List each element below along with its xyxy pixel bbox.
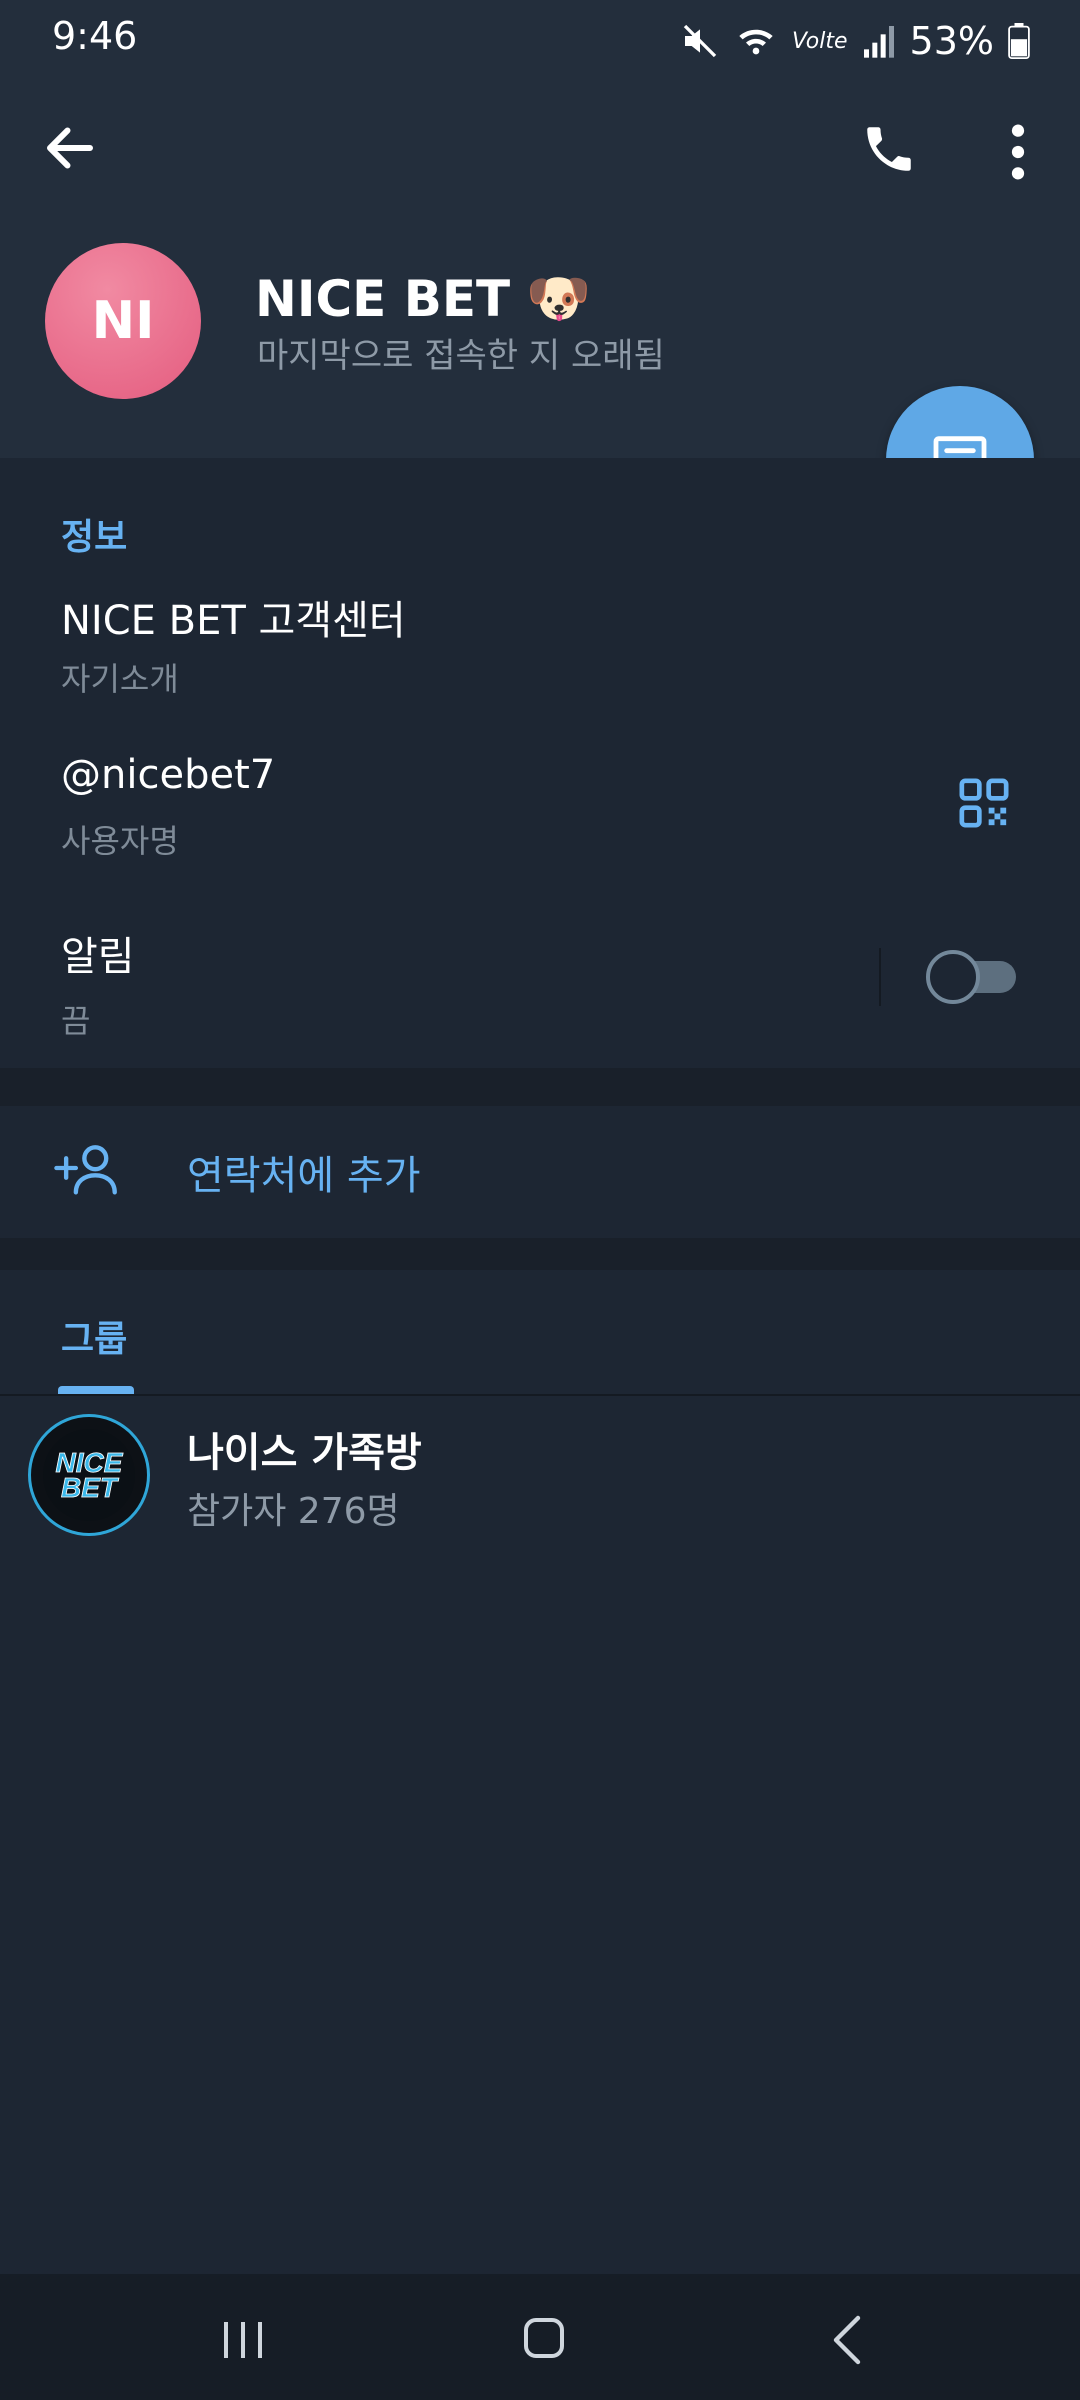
qr-code-button[interactable]	[956, 775, 1012, 831]
section-divider	[0, 1068, 1080, 1106]
group-avatar: NICE BET	[28, 1414, 150, 1536]
phone-icon	[867, 127, 911, 171]
group-name: 나이스 가족방	[187, 1430, 422, 1476]
profile-avatar[interactable]: NI	[45, 243, 201, 399]
notifications-toggle[interactable]	[926, 950, 1018, 1004]
battery-icon	[1008, 23, 1030, 59]
add-contact-label: 연락처에 추가	[187, 1153, 421, 1199]
dog-emoji: 🐶	[526, 269, 591, 329]
profile-name: NICE BET 🐶	[255, 268, 591, 329]
tab-groups[interactable]: 그룹	[61, 1310, 127, 1362]
add-contact-row[interactable]	[0, 1106, 1080, 1238]
home-icon	[524, 2318, 564, 2358]
nice-bet-logo-icon: NICE BET	[43, 1429, 135, 1521]
add-person-icon	[54, 1145, 117, 1195]
home-button[interactable]	[520, 2314, 568, 2362]
last-seen-status: 마지막으로 접속한 지 오래됨	[257, 336, 665, 376]
status-icons: Volte 53%	[680, 16, 1030, 66]
battery-percent: 53%	[909, 19, 994, 63]
back-arrow-icon	[47, 127, 93, 169]
recent-apps-icon	[224, 2322, 262, 2358]
mute-icon	[683, 24, 717, 58]
more-options-button[interactable]	[1000, 120, 1036, 184]
tab-indicator	[58, 1386, 134, 1394]
section-divider	[0, 1238, 1080, 1270]
add-contact-icon-wrap	[54, 1138, 122, 1198]
group-members: 참가자 276명	[187, 1491, 400, 1532]
chevron-left-icon	[833, 2315, 861, 2365]
more-vert-icon	[1011, 124, 1025, 180]
divider	[879, 948, 881, 1006]
call-button[interactable]	[860, 120, 920, 180]
profile-name-text: NICE BET	[255, 269, 511, 328]
volte-icon: Volte	[792, 28, 848, 54]
bio-label: 자기소개	[61, 660, 179, 698]
recent-apps-button[interactable]	[218, 2318, 268, 2362]
signal-icon	[863, 26, 894, 58]
wifi-icon	[739, 29, 773, 55]
svg-text:BET: BET	[61, 1472, 120, 1503]
back-button[interactable]	[40, 118, 100, 178]
bio-value: NICE BET 고객센터	[61, 598, 406, 644]
system-back-button[interactable]	[828, 2314, 868, 2366]
status-time: 9:46	[52, 14, 138, 58]
group-list-item[interactable]	[0, 1400, 1080, 1550]
notifications-status: 끔	[61, 1002, 91, 1040]
qr-code-icon	[959, 778, 1009, 828]
notifications-title: 알림	[61, 934, 135, 980]
username-label: 사용자명	[61, 822, 179, 860]
info-section-title: 정보	[61, 517, 128, 558]
tab-divider	[0, 1394, 1080, 1396]
username-value: @nicebet7	[61, 752, 276, 798]
